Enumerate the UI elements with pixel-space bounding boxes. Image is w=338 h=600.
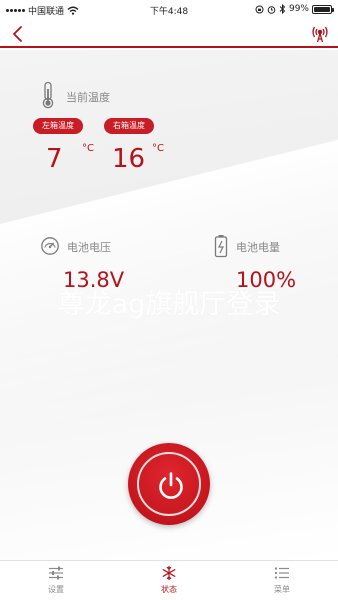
- battery-fill: [314, 6, 330, 12]
- right-box-temp-value: 16: [112, 144, 146, 174]
- alarm-icon: [267, 5, 276, 14]
- power-button-ring: [137, 452, 201, 516]
- right-box-temp-unit: °C: [152, 143, 164, 154]
- sliders-icon: [49, 566, 63, 580]
- chevron-left-icon: [13, 26, 22, 42]
- battery-percent: 99%: [288, 4, 309, 14]
- lock-rotation-icon: [255, 5, 264, 13]
- battery-level-icon: [214, 235, 228, 258]
- status-icons: 99%: [255, 4, 334, 14]
- power-button[interactable]: [128, 443, 210, 525]
- broadcast-signal-button[interactable]: [310, 24, 330, 44]
- left-box-temp-value: 7: [46, 144, 63, 174]
- snowflake-icon: [162, 566, 176, 580]
- back-button[interactable]: [8, 24, 28, 44]
- right-box-temp-tab[interactable]: 右箱温度: [104, 118, 154, 134]
- tab-settings-label: 设置: [48, 585, 64, 594]
- watermark-text: 尊龙ag旗舰厅登录: [57, 289, 281, 320]
- tab-status[interactable]: 状态: [139, 566, 199, 600]
- tab-menu[interactable]: 菜单: [252, 566, 312, 600]
- power-icon: [159, 472, 183, 499]
- gauge-icon: [41, 237, 59, 255]
- list-icon: [275, 567, 289, 579]
- thermometer-icon: [42, 81, 54, 109]
- bluetooth-icon: [279, 4, 286, 14]
- tab-status-label: 状态: [161, 585, 177, 594]
- nav-bar: [0, 20, 338, 48]
- tab-settings[interactable]: 设置: [26, 566, 86, 600]
- tab-bar: 设置 状态 菜单: [0, 560, 338, 600]
- battery-icon: [312, 4, 334, 14]
- current-temperature-title: 当前温度: [66, 91, 110, 104]
- battery-level-title: 电池电量: [236, 241, 280, 254]
- battery-voltage-title: 电池电压: [67, 241, 111, 254]
- left-box-temp-tab[interactable]: 左箱温度: [33, 118, 83, 134]
- broadcast-signal-icon: [312, 26, 328, 43]
- left-box-temp-unit: °C: [82, 143, 94, 154]
- tab-menu-label: 菜单: [274, 585, 290, 594]
- status-bar: 中国联通 下午4:48 99%: [0, 0, 338, 20]
